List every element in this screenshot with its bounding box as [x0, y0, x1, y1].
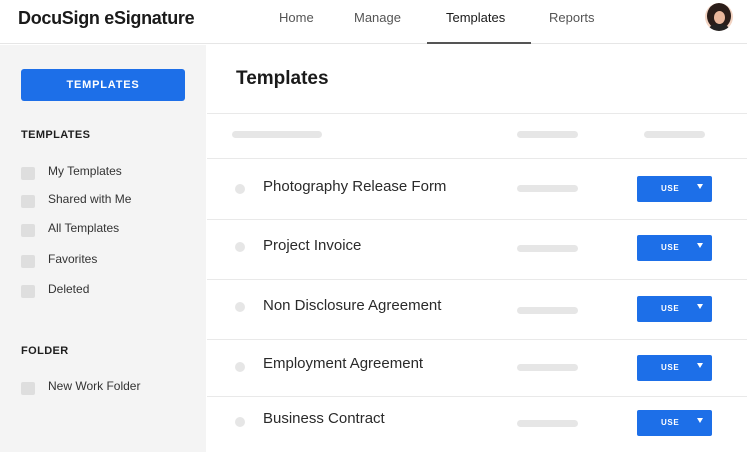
use-button[interactable]: USE	[637, 410, 712, 436]
checkbox-icon[interactable]	[21, 285, 35, 298]
chevron-down-icon[interactable]	[697, 184, 703, 189]
checkbox-icon[interactable]	[21, 255, 35, 268]
use-button[interactable]: USE	[637, 355, 712, 381]
sidebar-item-label: Shared with Me	[48, 192, 132, 206]
app-logo[interactable]: DocuSign eSignature	[18, 8, 195, 29]
header-placeholder	[644, 131, 705, 138]
checkbox-icon[interactable]	[21, 167, 35, 180]
row-placeholder	[517, 245, 578, 252]
row-status-dot	[235, 302, 245, 312]
template-name[interactable]: Business Contract	[263, 410, 385, 427]
use-button-label: USE	[661, 363, 680, 372]
divider	[207, 279, 747, 280]
row-status-dot	[235, 242, 245, 252]
template-name[interactable]: Employment Agreement	[263, 355, 423, 372]
chevron-down-icon[interactable]	[697, 304, 703, 309]
sidebar-item-label: All Templates	[48, 221, 120, 235]
page-title: Templates	[236, 68, 329, 89]
row-placeholder	[517, 307, 578, 314]
divider	[207, 219, 747, 220]
row-placeholder	[517, 420, 578, 427]
template-name[interactable]: Photography Release Form	[263, 178, 446, 195]
nav-home[interactable]: Home	[279, 0, 314, 44]
use-button-label: USE	[661, 304, 680, 313]
divider	[207, 158, 747, 159]
sidebar-item-label: New Work Folder	[48, 379, 141, 393]
row-status-dot	[235, 362, 245, 372]
nav-templates[interactable]: Templates	[446, 0, 505, 44]
template-name[interactable]: Non Disclosure Agreement	[263, 297, 441, 314]
user-avatar[interactable]	[705, 3, 733, 31]
chevron-down-icon[interactable]	[697, 243, 703, 248]
divider	[207, 113, 747, 114]
use-button[interactable]: USE	[637, 235, 712, 261]
template-name[interactable]: Project Invoice	[263, 237, 361, 254]
header-placeholder	[232, 131, 322, 138]
top-navigation: DocuSign eSignature Home Manage Template…	[0, 0, 747, 44]
nav-manage[interactable]: Manage	[354, 0, 401, 44]
divider	[207, 396, 747, 397]
nav-reports[interactable]: Reports	[549, 0, 595, 44]
active-tab-indicator	[427, 42, 531, 44]
templates-button[interactable]: TEMPLATES	[21, 69, 185, 101]
row-placeholder	[517, 185, 578, 192]
sidebar: TEMPLATES TEMPLATES My Templates Shared …	[0, 45, 206, 452]
chevron-down-icon[interactable]	[697, 363, 703, 368]
templates-section-heading: TEMPLATES	[21, 129, 91, 141]
use-button-label: USE	[661, 184, 680, 193]
sidebar-item-label: Favorites	[48, 252, 98, 266]
sidebar-item-label: Deleted	[48, 282, 90, 296]
use-button[interactable]: USE	[637, 296, 712, 322]
checkbox-icon[interactable]	[21, 224, 35, 237]
chevron-down-icon[interactable]	[697, 418, 703, 423]
row-status-dot	[235, 184, 245, 194]
row-status-dot	[235, 417, 245, 427]
use-button-label: USE	[661, 418, 680, 427]
folder-section-heading: FOLDER	[21, 345, 69, 357]
row-placeholder	[517, 364, 578, 371]
use-button[interactable]: USE	[637, 176, 712, 202]
divider	[207, 339, 747, 340]
checkbox-icon[interactable]	[21, 195, 35, 208]
sidebar-item-label: My Templates	[48, 164, 122, 178]
use-button-label: USE	[661, 243, 680, 252]
checkbox-icon[interactable]	[21, 382, 35, 395]
header-placeholder	[517, 131, 578, 138]
